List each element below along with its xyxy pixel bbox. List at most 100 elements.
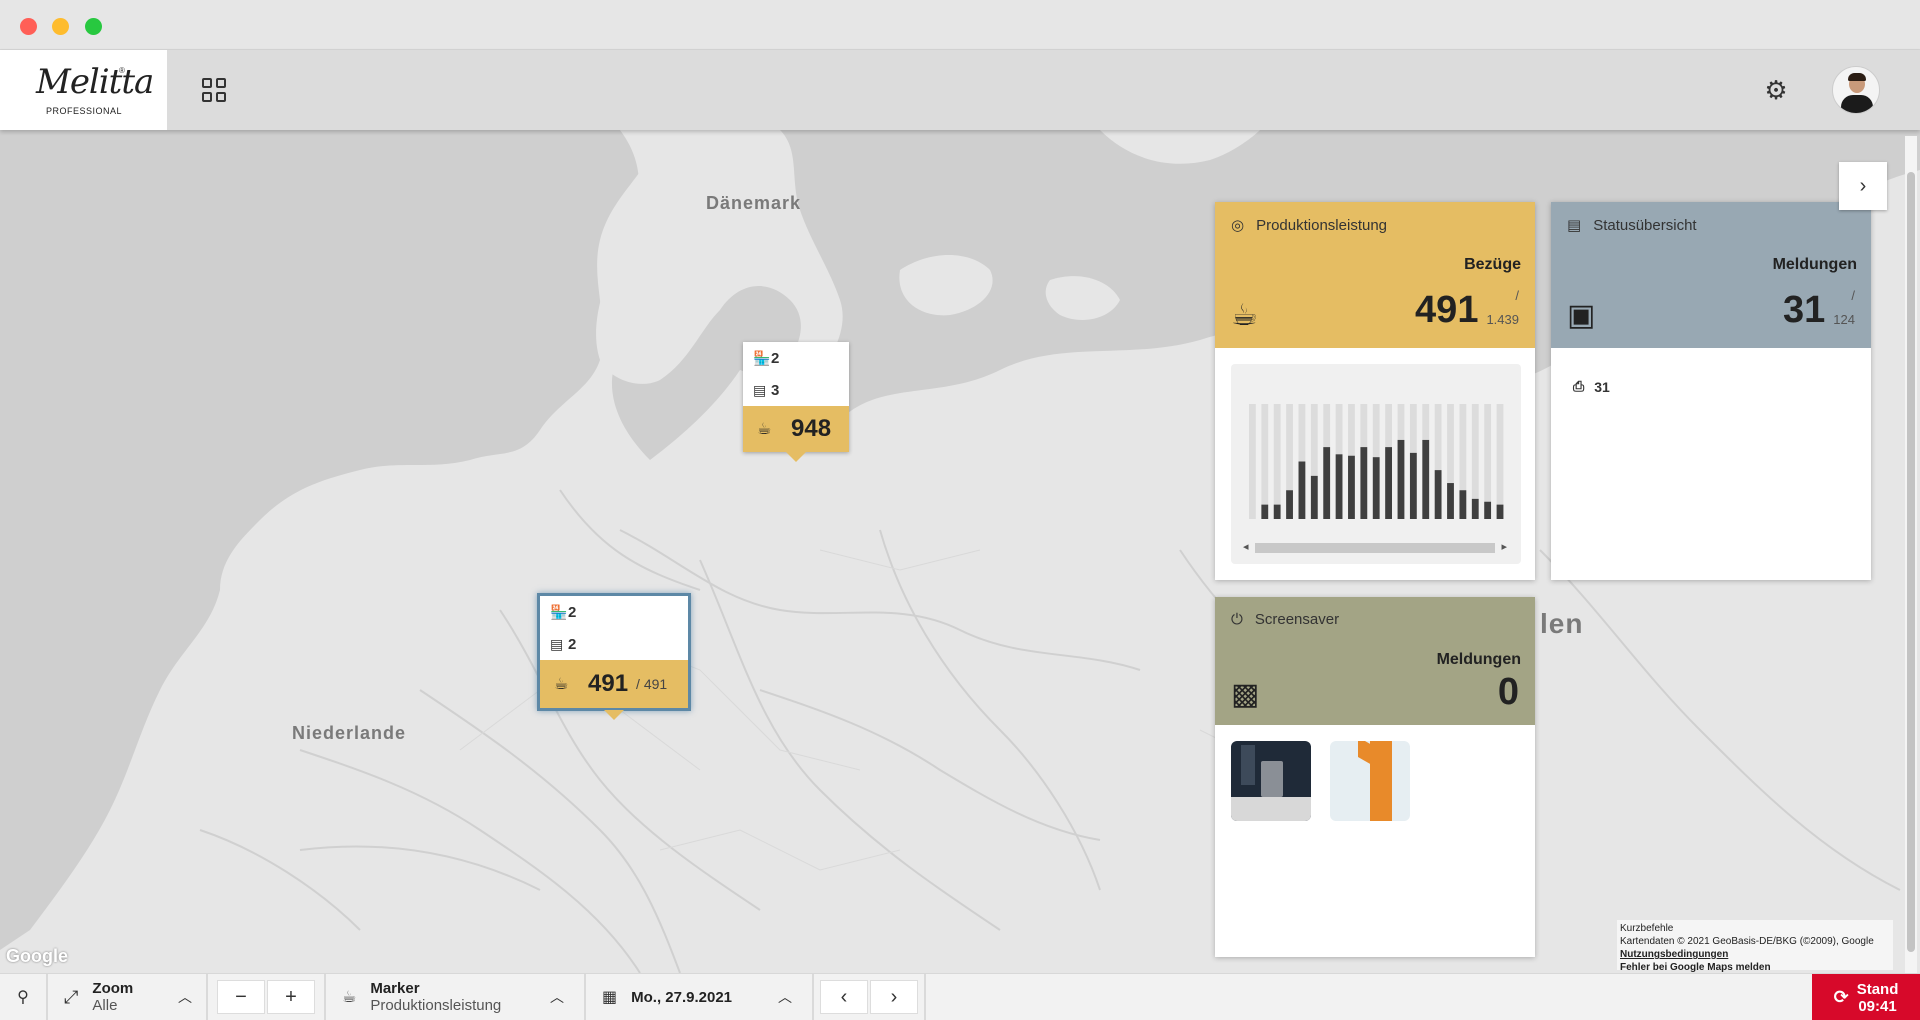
close-window-button[interactable] [20,18,37,35]
refresh-icon: ⟳ [1833,987,1849,1007]
map-marker-north[interactable]: 🏪 2 ▤ 3 ☕ 948 [743,342,849,462]
zoom-value: Alle [92,997,118,1014]
chart-bar [1372,457,1380,519]
terms-link[interactable]: Nutzungsbedingungen [1620,948,1890,961]
production-total: 1.439 [1486,312,1519,327]
map-attribution: Kurzbefehle Kartendaten © 2021 GeoBasis-… [1617,920,1893,973]
next-day-button[interactable]: › [870,980,918,1014]
app-header: Melitta ® PROFESSIONAL ⚙ [0,50,1920,130]
avatar[interactable] [1832,66,1880,114]
chevron-up-icon[interactable]: ︿ [550,987,564,1007]
production-value: 491 [1415,289,1479,331]
logo-subtitle: PROFESSIONAL [46,106,123,116]
zoom-in-button[interactable]: + [267,980,315,1014]
scroll-left-icon[interactable]: ◂ [1243,540,1249,553]
production-card-title: Produktionsleistung [1256,216,1388,234]
status-value: 31 [1783,289,1826,331]
production-kpi-label: Bezüge [1464,256,1521,273]
expand-panel-button[interactable]: › [1839,162,1887,210]
screensaver-value: 0 [1497,671,1519,713]
map-label-partial: len [1540,608,1584,639]
chart-bar [1496,504,1504,519]
zoom-label: Zoom [92,980,134,997]
status-total: 124 [1833,312,1855,327]
grid-icon[interactable] [202,78,226,102]
image-gallery-icon: ▩ [1231,678,1260,711]
store-icon: 🏪 [550,603,568,620]
chevron-up-icon[interactable]: ︿ [178,987,192,1007]
marker-stores-count: 2 [568,603,577,621]
melitta-logo[interactable]: Melitta ® PROFESSIONAL [0,50,167,130]
calendar-icon: ▦ [602,989,618,1006]
chart-bar [1459,490,1467,519]
previous-day-button[interactable]: ‹ [820,980,868,1014]
cup-icon: ☕ [1231,299,1258,332]
map-marker-south-selected[interactable]: 🏪 2 ▤ 2 ☕ 491 / 491 [537,593,691,720]
production-chart: ◂ ▸ [1231,364,1521,564]
chart-bar-background [1496,404,1504,519]
marker-value: 948 [791,415,832,442]
chart-bar [1310,475,1318,519]
screensaver-thumbnail-1[interactable] [1231,741,1311,821]
cup-icon: ☕ [554,676,569,693]
date-selector[interactable]: ▦ Mo., 27.9.2021 ︿ [586,973,814,1020]
screensaver-card[interactable]: ⏻ Screensaver Meldungen ▩ 0 [1215,597,1535,957]
chevron-up-icon[interactable]: ︿ [778,987,792,1007]
map-label-niederlande: Niederlande [292,723,407,743]
stand-time: 09:41 [1858,997,1897,1015]
status-slash: / [1851,288,1855,303]
machine-icon: ▤ [1567,217,1582,234]
chart-bar-background [1261,404,1269,519]
chart-bar [1397,439,1405,519]
machine-icon: ▤ [753,381,767,398]
stand-label: Stand [1856,980,1899,998]
zoom-selector[interactable]: ⤢ Zoom Alle ︿ [48,973,208,1020]
status-item[interactable]: ⎙ 31 [1573,378,1610,395]
chart-bar [1484,501,1492,519]
chart-bar-background [1273,404,1281,519]
status-kpi-label: Meldungen [1772,256,1857,273]
search-button[interactable]: ⚲ [0,973,48,1020]
window-titlebar [0,0,1920,50]
marker-selector[interactable]: ☕ Marker Produktionsleistung ︿ [326,973,586,1020]
status-card-header: ▤ Statusübersicht Meldungen ▣ 31 / 124 [1551,202,1871,348]
status-card-title: Statusübersicht [1593,216,1697,234]
zoom-out-button[interactable]: − [217,980,265,1014]
chart-bar [1286,490,1293,519]
cup-icon: ☕ [342,989,357,1006]
google-logo: Google [6,946,68,966]
machine-alert-icon: ▣ [1567,299,1596,332]
printer-icon: ⎙ [1573,378,1585,394]
marker-stores-count: 2 [771,349,780,367]
zoom-buttons: − + [208,973,326,1020]
chart-bar [1360,447,1368,519]
report-error-link[interactable]: Fehler bei Google Maps melden [1620,961,1890,973]
chart-bar [1385,447,1392,519]
gear-icon[interactable]: ⚙ [1762,76,1790,104]
page-scrollbar[interactable] [1905,136,1917,973]
chart-bar [1471,498,1479,519]
marker-sub-value: / 491 [636,676,668,692]
marker-label: Marker [370,980,420,997]
logo-script: Melitta [36,62,154,102]
chart-bar [1323,447,1331,519]
marker-value: 491 [588,670,629,697]
shortcuts-link[interactable]: Kurzbefehle [1620,922,1890,935]
chart-bar [1298,461,1306,519]
maximize-window-button[interactable] [85,18,102,35]
chart-bar [1335,454,1343,519]
production-card[interactable]: ◎ Produktionsleistung Bezüge ☕ 491 / 1.439… [1215,202,1535,580]
status-item-count: 31 [1594,378,1610,395]
minimize-window-button[interactable] [52,18,69,35]
refresh-stand-button[interactable]: ⟳ Stand 09:41 [1812,974,1920,1020]
status-card[interactable]: ▤ Statusübersicht Meldungen ▣ 31 / 124 ⎙ 31 [1551,202,1871,580]
chart-bar [1422,439,1430,519]
marker-machines-count: 3 [771,381,780,399]
production-slash: / [1515,288,1519,303]
map-view[interactable]: Dänemark Niederlande len Google Kurzbefe… [0,130,1920,973]
chart-scrollbar[interactable]: ◂ ▸ [1241,540,1509,554]
chart-bar [1273,504,1281,519]
scroll-right-icon[interactable]: ▸ [1501,540,1507,553]
logo-registered: ® [119,66,125,75]
screensaver-thumbnail-2[interactable] [1330,741,1410,821]
